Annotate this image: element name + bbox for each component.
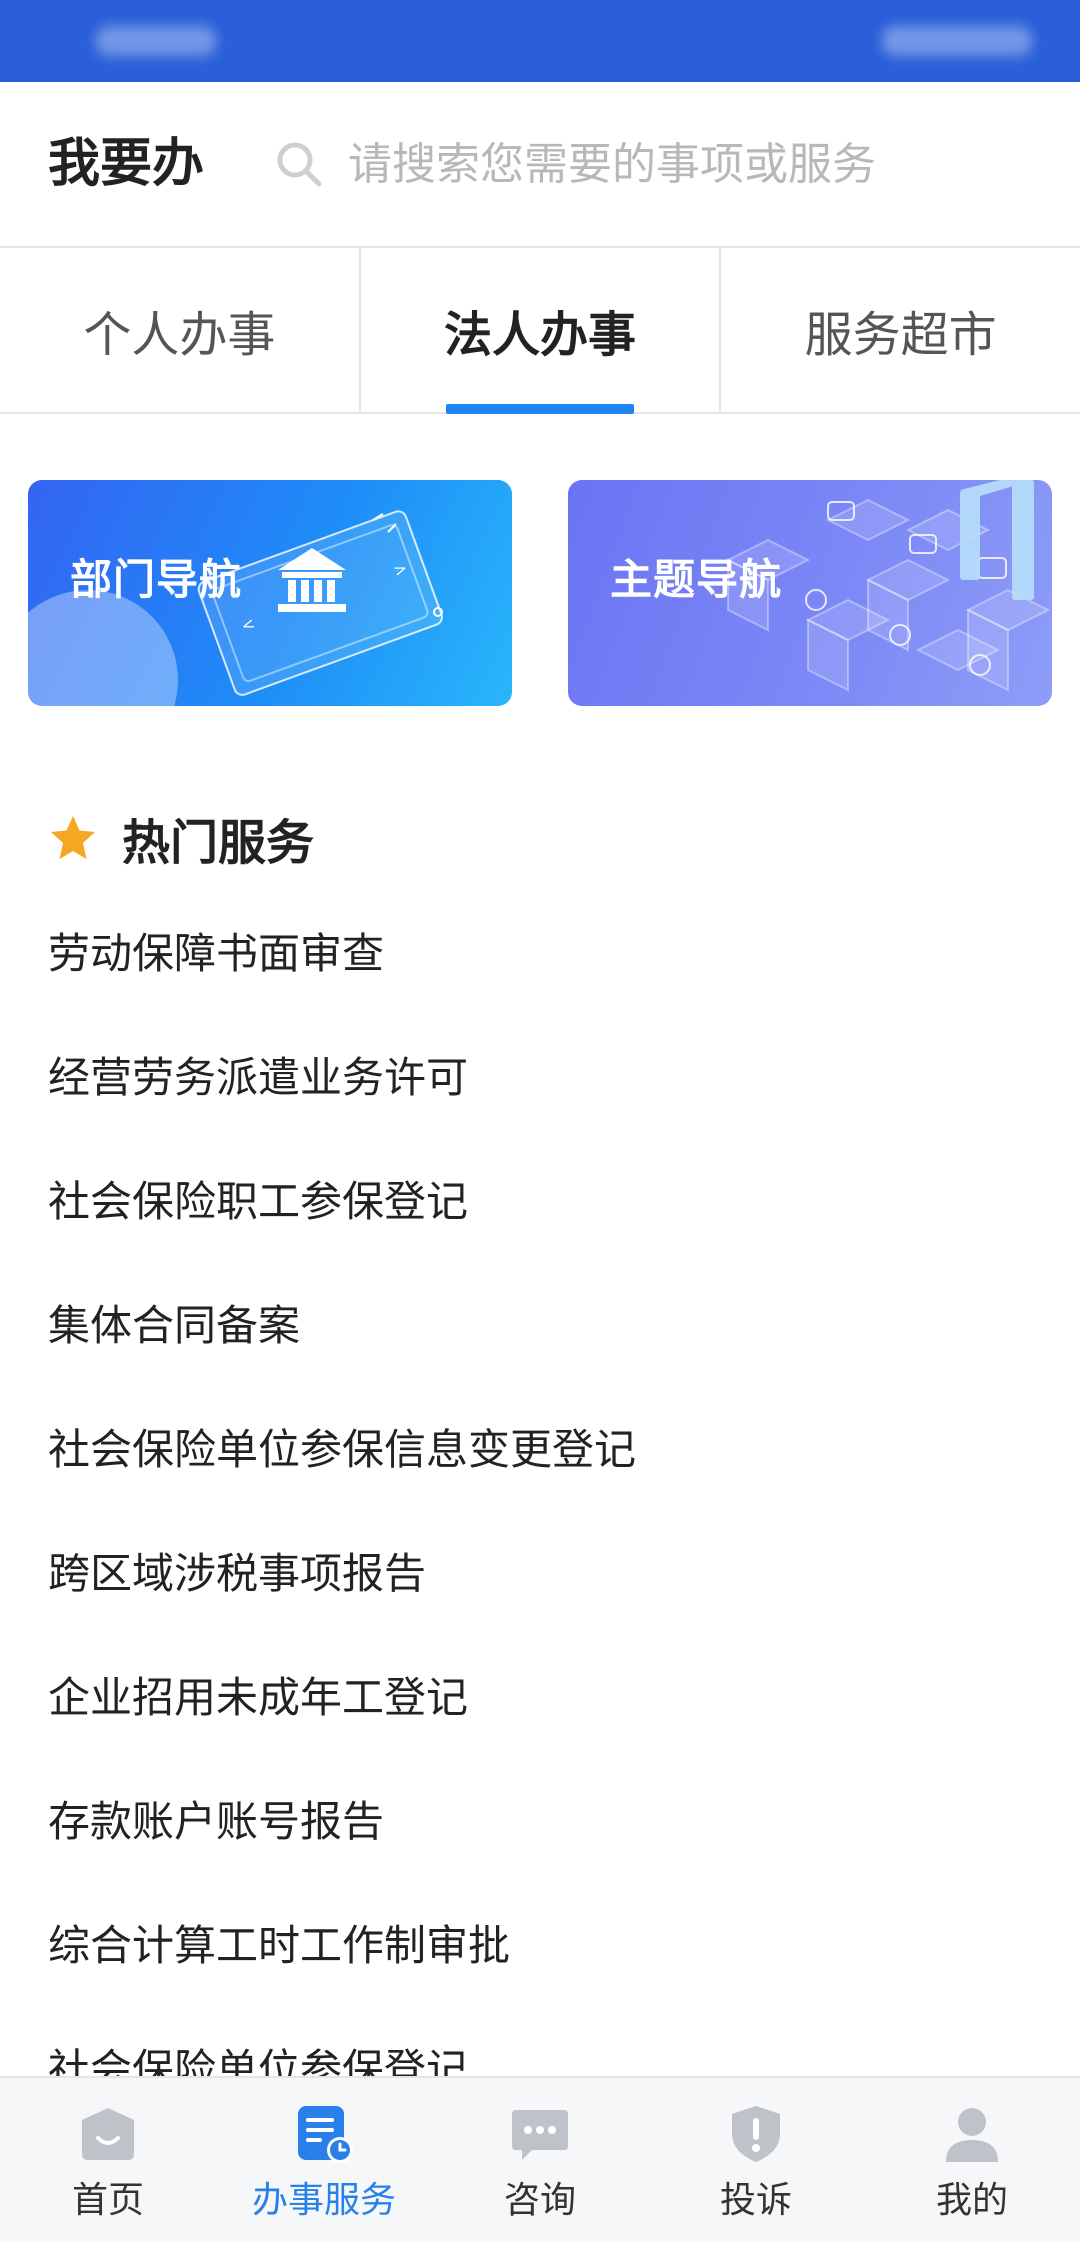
category-tabs: 个人办事 法人办事 服务超市 — [0, 248, 1080, 414]
nav-label: 我的 — [935, 2180, 1008, 2221]
nav-home[interactable]: 首页 — [0, 2078, 216, 2242]
hot-services-list: 劳动保障书面审查 经营劳务派遣业务许可 社会保险职工参保登记 集体合同备案 社会… — [48, 924, 1048, 2076]
nav-label: 咨询 — [503, 2180, 576, 2221]
banner-label: 主题导航 — [610, 555, 783, 604]
service-item[interactable]: 集体合同备案 — [48, 1264, 1048, 1388]
service-item[interactable]: 存款账户账号报告 — [48, 1760, 1048, 1884]
tab-service-market[interactable]: 服务超市 — [719, 248, 1080, 412]
active-tab-indicator — [446, 404, 634, 414]
service-item[interactable]: 社会保险单位参保信息变更登记 — [48, 1388, 1048, 1512]
nav-label: 投诉 — [719, 2180, 792, 2221]
user-icon — [946, 2108, 998, 2162]
topic-navigation-banner[interactable]: 主题导航 — [568, 480, 1052, 706]
navigation-banners: < > 部门导航 主题导航 — [28, 480, 1052, 706]
tab-legal-entity[interactable]: 法人办事 — [358, 248, 720, 414]
department-navigation-banner[interactable]: < > 部门导航 — [28, 480, 512, 706]
home-icon — [82, 2108, 134, 2160]
tab-label: 个人办事 — [83, 307, 276, 363]
hot-services-header: 热门服务 — [48, 798, 314, 878]
tab-label: 法人办事 — [444, 307, 637, 363]
search-input[interactable] — [348, 138, 998, 190]
search-icon — [277, 142, 322, 187]
chat-icon — [512, 2110, 568, 2160]
nav-label: 首页 — [71, 2180, 144, 2221]
nav-services[interactable]: 办事服务 — [216, 2078, 432, 2242]
service-item[interactable]: 劳动保障书面审查 — [48, 924, 1048, 1016]
status-bar-right-indicators — [882, 26, 1032, 56]
service-document-icon — [298, 2106, 353, 2163]
nav-consult[interactable]: 咨询 — [432, 2078, 648, 2242]
search-bar[interactable] — [274, 122, 1034, 206]
bottom-navigation: 首页 办事服务 咨询 投诉 我的 — [0, 2076, 1080, 2242]
service-item[interactable]: 社会保险职工参保登记 — [48, 1140, 1048, 1264]
section-title: 热门服务 — [122, 815, 315, 871]
nav-label: 办事服务 — [251, 2180, 396, 2221]
nav-complaint[interactable]: 投诉 — [648, 2078, 864, 2242]
service-item[interactable]: 企业招用未成年工登记 — [48, 1636, 1048, 1760]
star-icon — [51, 816, 95, 859]
service-item[interactable]: 跨区域涉税事项报告 — [48, 1512, 1048, 1636]
service-item[interactable]: 社会保险单位参保登记 — [48, 2008, 1048, 2076]
page-title: 我要办 — [48, 134, 205, 194]
banner-label: 部门导航 — [70, 555, 243, 604]
tab-personal[interactable]: 个人办事 — [0, 248, 359, 412]
tab-label: 服务超市 — [804, 307, 997, 363]
page-header: 我要办 — [0, 82, 1080, 248]
shield-alert-icon — [732, 2106, 780, 2162]
status-bar — [0, 0, 1080, 82]
service-item[interactable]: 经营劳务派遣业务许可 — [48, 1016, 1048, 1140]
nav-mine[interactable]: 我的 — [864, 2078, 1080, 2242]
status-bar-left-indicators — [96, 26, 216, 56]
service-item[interactable]: 综合计算工时工作制审批 — [48, 1884, 1048, 2008]
